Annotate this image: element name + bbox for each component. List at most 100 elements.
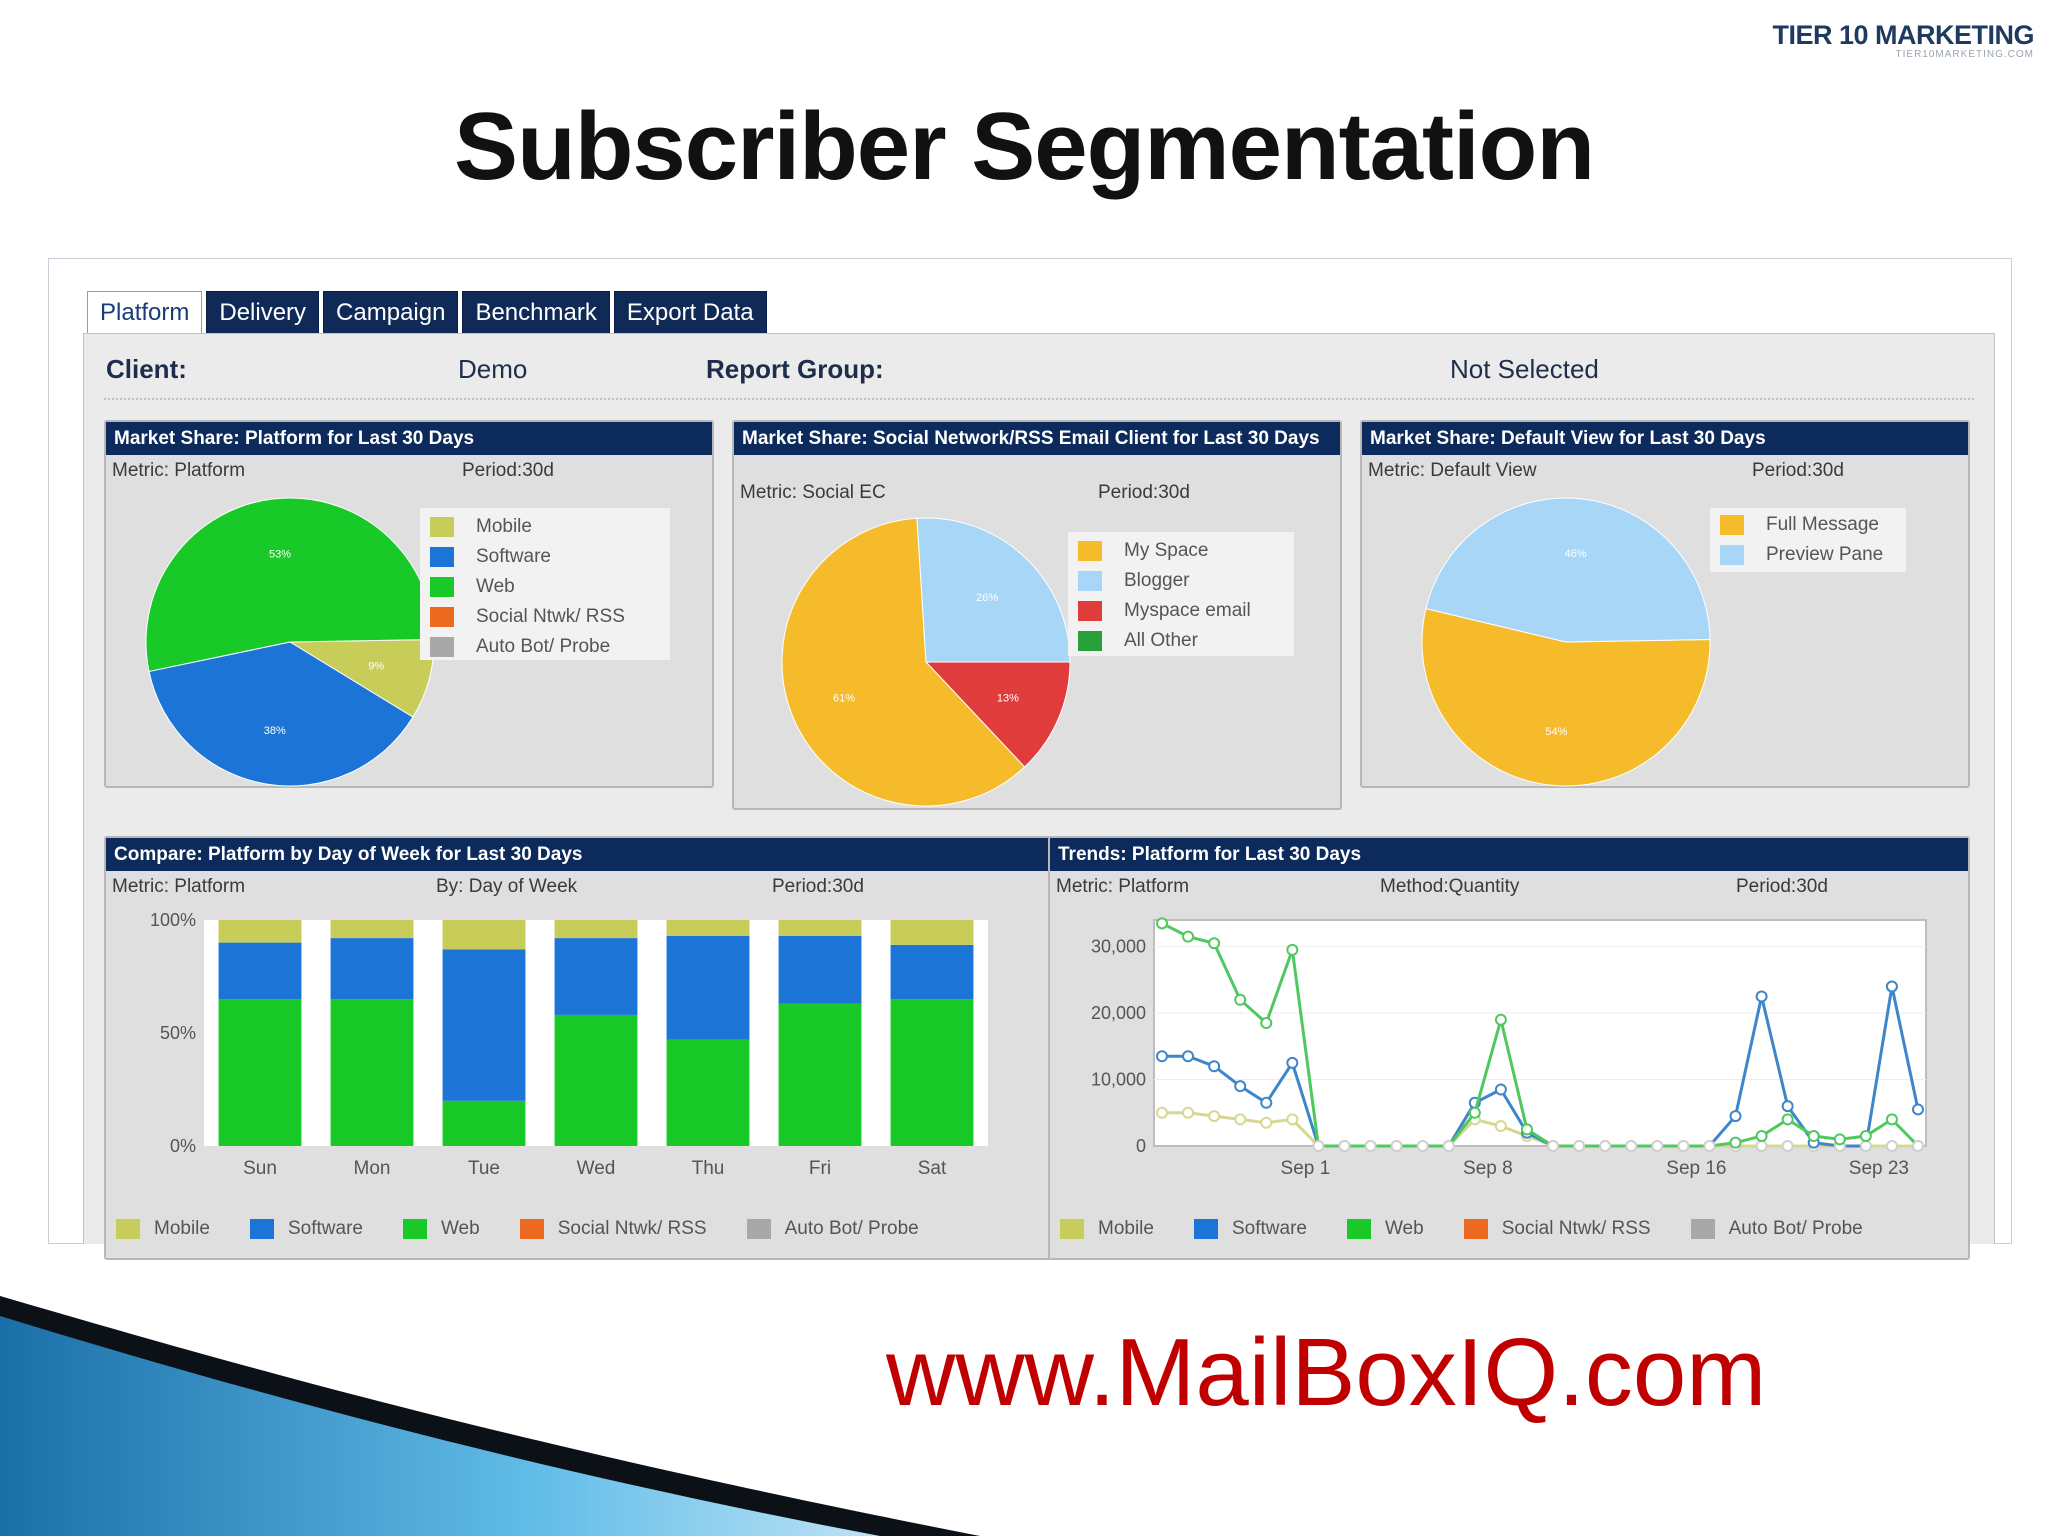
tab-platform[interactable]: Platform — [87, 291, 203, 335]
data-point — [1208, 937, 1221, 950]
data-point — [1833, 1133, 1846, 1146]
legend-label: Full Message — [1766, 514, 1879, 535]
bar-segment — [330, 938, 414, 1000]
data-point — [1599, 1140, 1612, 1152]
data-point — [1364, 1140, 1377, 1152]
slice-label: 54% — [1545, 726, 1567, 738]
bar-segment — [666, 935, 750, 1040]
data-point — [1729, 1110, 1742, 1123]
x-tick-label: Wed — [577, 1158, 616, 1179]
report-group-label: Report Group: — [706, 354, 884, 384]
legend-item: Web — [1346, 1218, 1424, 1240]
swatch — [1078, 601, 1102, 621]
legend-label: Mobile — [154, 1218, 210, 1239]
swatch — [1193, 1219, 1218, 1239]
bar-segment — [666, 1039, 750, 1146]
bar-segment — [218, 920, 302, 943]
social-legend: My Space Blogger Myspace email All Other — [1068, 532, 1294, 656]
default-view-panel: Market Share: Default View for Last 30 D… — [1360, 420, 1970, 788]
tab-benchmark[interactable]: Benchmark — [462, 291, 610, 334]
default-view-legend: Full Message Preview Pane — [1710, 508, 1906, 572]
data-point — [1547, 1140, 1560, 1152]
legend-item: Social Ntwk/ RSS — [430, 602, 660, 632]
data-point — [1260, 1116, 1273, 1129]
panel-title: Market Share: Social Network/RSS Email C… — [734, 422, 1340, 455]
client-value[interactable]: Demo — [458, 354, 527, 385]
x-tick-label: Fri — [809, 1158, 831, 1179]
bar-segment — [442, 1100, 526, 1146]
bar-segment — [554, 1014, 638, 1146]
y-tick-label: 50% — [160, 1023, 196, 1043]
swatch — [430, 577, 454, 597]
plot-background — [1153, 919, 1927, 1147]
data-point — [1234, 993, 1247, 1006]
swatch — [1720, 545, 1744, 565]
legend-label: Web — [440, 1218, 480, 1239]
bar-segment — [442, 949, 526, 1101]
legend-label: Preview Pane — [1766, 544, 1884, 565]
trends-panel: Trends: Platform for Last 30 Days Metric… — [1048, 836, 1970, 1260]
legend-label: All Other — [1124, 630, 1198, 651]
data-point — [1260, 1096, 1273, 1109]
data-point — [1781, 1140, 1794, 1152]
metric-label: Metric: Platform — [112, 876, 246, 897]
swatch — [116, 1219, 140, 1239]
x-tick-label: Mon — [354, 1158, 391, 1179]
x-tick-label: Sep 8 — [1463, 1158, 1513, 1179]
report-group-value[interactable]: Not Selected — [1450, 354, 1599, 385]
swatch — [1463, 1219, 1488, 1239]
bar-segment — [442, 920, 526, 950]
data-point — [1755, 1140, 1768, 1152]
legend-label: Web — [476, 576, 515, 597]
data-point — [1859, 1140, 1872, 1152]
x-tick-label: Thu — [692, 1158, 725, 1179]
day-of-week-bar-chart: Sun Mon Tue Wed Thu Fri Sat 100% 50% 0% — [150, 910, 988, 1179]
data-point — [1859, 1130, 1872, 1143]
metric-label: Metric: Platform — [112, 460, 246, 481]
slice-label: 13% — [997, 692, 1019, 704]
legend-label: Myspace email — [1124, 600, 1251, 621]
tab-campaign[interactable]: Campaign — [323, 291, 459, 334]
bar-segment — [666, 920, 750, 936]
metric-label: Metric: Default View — [1368, 460, 1537, 481]
data-point — [1442, 1140, 1455, 1152]
dashboard-screenshot: Platform Delivery Campaign Benchmark Exp… — [48, 258, 2012, 1260]
y-tick-label: 20,000 — [1091, 1003, 1146, 1023]
pie-slice — [916, 517, 1071, 663]
default-view-pie-chart: 54% 46% — [1421, 497, 1711, 787]
bar-segment — [218, 999, 302, 1146]
legend-item: Auto Bot/ Probe — [1690, 1218, 1863, 1240]
data-point — [1182, 1106, 1195, 1119]
data-point — [1390, 1140, 1403, 1152]
data-point — [1912, 1140, 1924, 1152]
bar-segment — [554, 920, 638, 939]
data-point — [1260, 1017, 1273, 1030]
y-tick-label: 30,000 — [1091, 937, 1146, 957]
tab-delivery[interactable]: Delivery — [206, 291, 320, 334]
legend-label: Web — [1384, 1218, 1424, 1239]
report-area: Client: Demo Report Group: Not Selected … — [83, 333, 1995, 1260]
bar-segment — [890, 999, 974, 1146]
data-point — [1182, 1050, 1195, 1063]
swatch — [430, 547, 454, 567]
data-point — [1625, 1140, 1638, 1152]
platform-legend: Mobile Software Web Social Ntwk/ RSS Aut… — [420, 508, 670, 660]
legend-item: Social Ntwk/ RSS — [519, 1218, 707, 1240]
data-point — [1573, 1140, 1586, 1152]
client-label: Client: — [106, 354, 187, 384]
tab-export-data[interactable]: Export Data — [613, 291, 767, 334]
swatch — [430, 637, 454, 657]
data-point — [1338, 1140, 1351, 1152]
website-url[interactable]: www.MailBoxIQ.com — [886, 1318, 1766, 1428]
bar-segment — [554, 938, 638, 1015]
slice-label: 53% — [269, 548, 291, 560]
swatch — [1078, 541, 1102, 561]
brand-logo: TIER 10 MARKETING TIER10MARKETING.COM — [1772, 20, 2034, 60]
slide-swoosh-decoration — [0, 1296, 980, 1536]
slice-label: 46% — [1565, 548, 1587, 560]
data-point — [1781, 1113, 1794, 1126]
swatch — [1078, 571, 1102, 591]
legend-label: Auto Bot/ Probe — [1728, 1218, 1863, 1239]
slice-label: 61% — [833, 692, 855, 704]
legend-label: Mobile — [476, 516, 532, 537]
